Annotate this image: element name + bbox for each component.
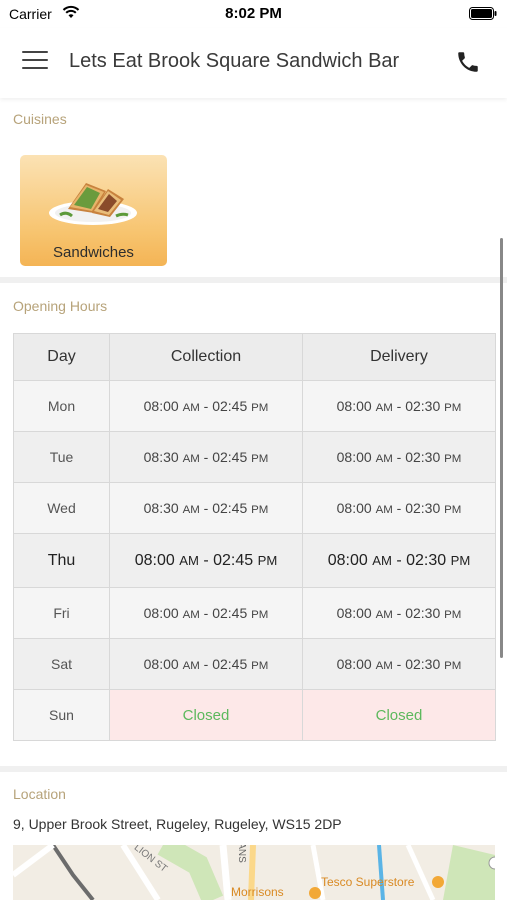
delivery-hours-cell: 08:00 AM - 02:30 PM	[302, 380, 496, 432]
status-time: 8:02 PM	[225, 5, 282, 22]
location-map[interactable]: LION ST ANS Morrisons Tesco Superstore	[13, 845, 495, 900]
table-row: Tue 08:30 AM - 02:45 PM 08:00 AM - 02:30…	[13, 431, 496, 483]
collection-hours-cell: 08:00 AM - 02:45 PM	[109, 533, 303, 588]
map-street-label: ANS	[235, 845, 247, 863]
table-row: Fri 08:00 AM - 02:45 PM 08:00 AM - 02:30…	[13, 587, 496, 639]
cuisine-label: Sandwiches	[53, 244, 134, 261]
delivery-hours-cell: 08:00 AM - 02:30 PM	[302, 587, 496, 639]
location-address: 9, Upper Brook Street, Rugeley, Rugeley,…	[13, 816, 342, 832]
collection-hours-cell: 08:00 AM - 02:45 PM	[109, 638, 303, 690]
battery-icon	[469, 7, 497, 20]
table-row-today: Thu 08:00 AM - 02:45 PM 08:00 AM - 02:30…	[13, 533, 496, 588]
app-header: Lets Eat Brook Square Sandwich Bar	[0, 28, 507, 98]
hamburger-menu-icon[interactable]	[22, 51, 48, 73]
table-row-closed: Sun Closed Closed	[13, 689, 496, 741]
location-label: Location	[13, 786, 66, 802]
delivery-hours-cell: 08:00 AM - 02:30 PM	[302, 431, 496, 483]
opening-hours-label: Opening Hours	[13, 298, 108, 314]
collection-hours-cell: 08:30 AM - 02:45 PM	[109, 431, 303, 483]
delivery-hours-cell: 08:00 AM - 02:30 PM	[302, 482, 496, 534]
section-divider	[0, 766, 507, 772]
header-collection: Collection	[109, 333, 303, 381]
collection-closed-cell: Closed	[109, 689, 303, 741]
collection-hours-cell: 08:30 AM - 02:45 PM	[109, 482, 303, 534]
day-cell: Fri	[13, 587, 110, 639]
cuisines-label: Cuisines	[13, 111, 67, 127]
opening-hours-table: Day Collection Delivery Mon 08:00 AM - 0…	[13, 333, 496, 741]
collection-hours-cell: 08:00 AM - 02:45 PM	[109, 587, 303, 639]
table-row: Sat 08:00 AM - 02:45 PM 08:00 AM - 02:30…	[13, 638, 496, 690]
map-poi-label: Morrisons	[231, 885, 284, 899]
delivery-hours-cell: 08:00 AM - 02:30 PM	[302, 533, 496, 588]
day-cell: Mon	[13, 380, 110, 432]
day-cell: Sat	[13, 638, 110, 690]
day-cell: Wed	[13, 482, 110, 534]
header-day: Day	[13, 333, 110, 381]
section-divider	[0, 277, 507, 283]
delivery-closed-cell: Closed	[302, 689, 496, 741]
day-cell: Tue	[13, 431, 110, 483]
day-cell: Sun	[13, 689, 110, 741]
header-delivery: Delivery	[302, 333, 496, 381]
collection-hours-cell: 08:00 AM - 02:45 PM	[109, 380, 303, 432]
table-row: Wed 08:30 AM - 02:45 PM 08:00 AM - 02:30…	[13, 482, 496, 534]
status-bar: Carrier 8:02 PM	[0, 0, 507, 28]
page-title: Lets Eat Brook Square Sandwich Bar	[69, 50, 400, 72]
scrollbar[interactable]	[500, 238, 503, 658]
sandwich-image	[49, 183, 137, 225]
table-header-row: Day Collection Delivery	[13, 333, 496, 381]
day-cell: Thu	[13, 533, 110, 588]
map-poi-label: Tesco Superstore	[321, 875, 415, 889]
phone-icon[interactable]	[455, 49, 481, 75]
table-row: Mon 08:00 AM - 02:45 PM 08:00 AM - 02:30…	[13, 380, 496, 432]
cuisine-tile-sandwiches[interactable]: Sandwiches	[20, 155, 167, 266]
delivery-hours-cell: 08:00 AM - 02:30 PM	[302, 638, 496, 690]
